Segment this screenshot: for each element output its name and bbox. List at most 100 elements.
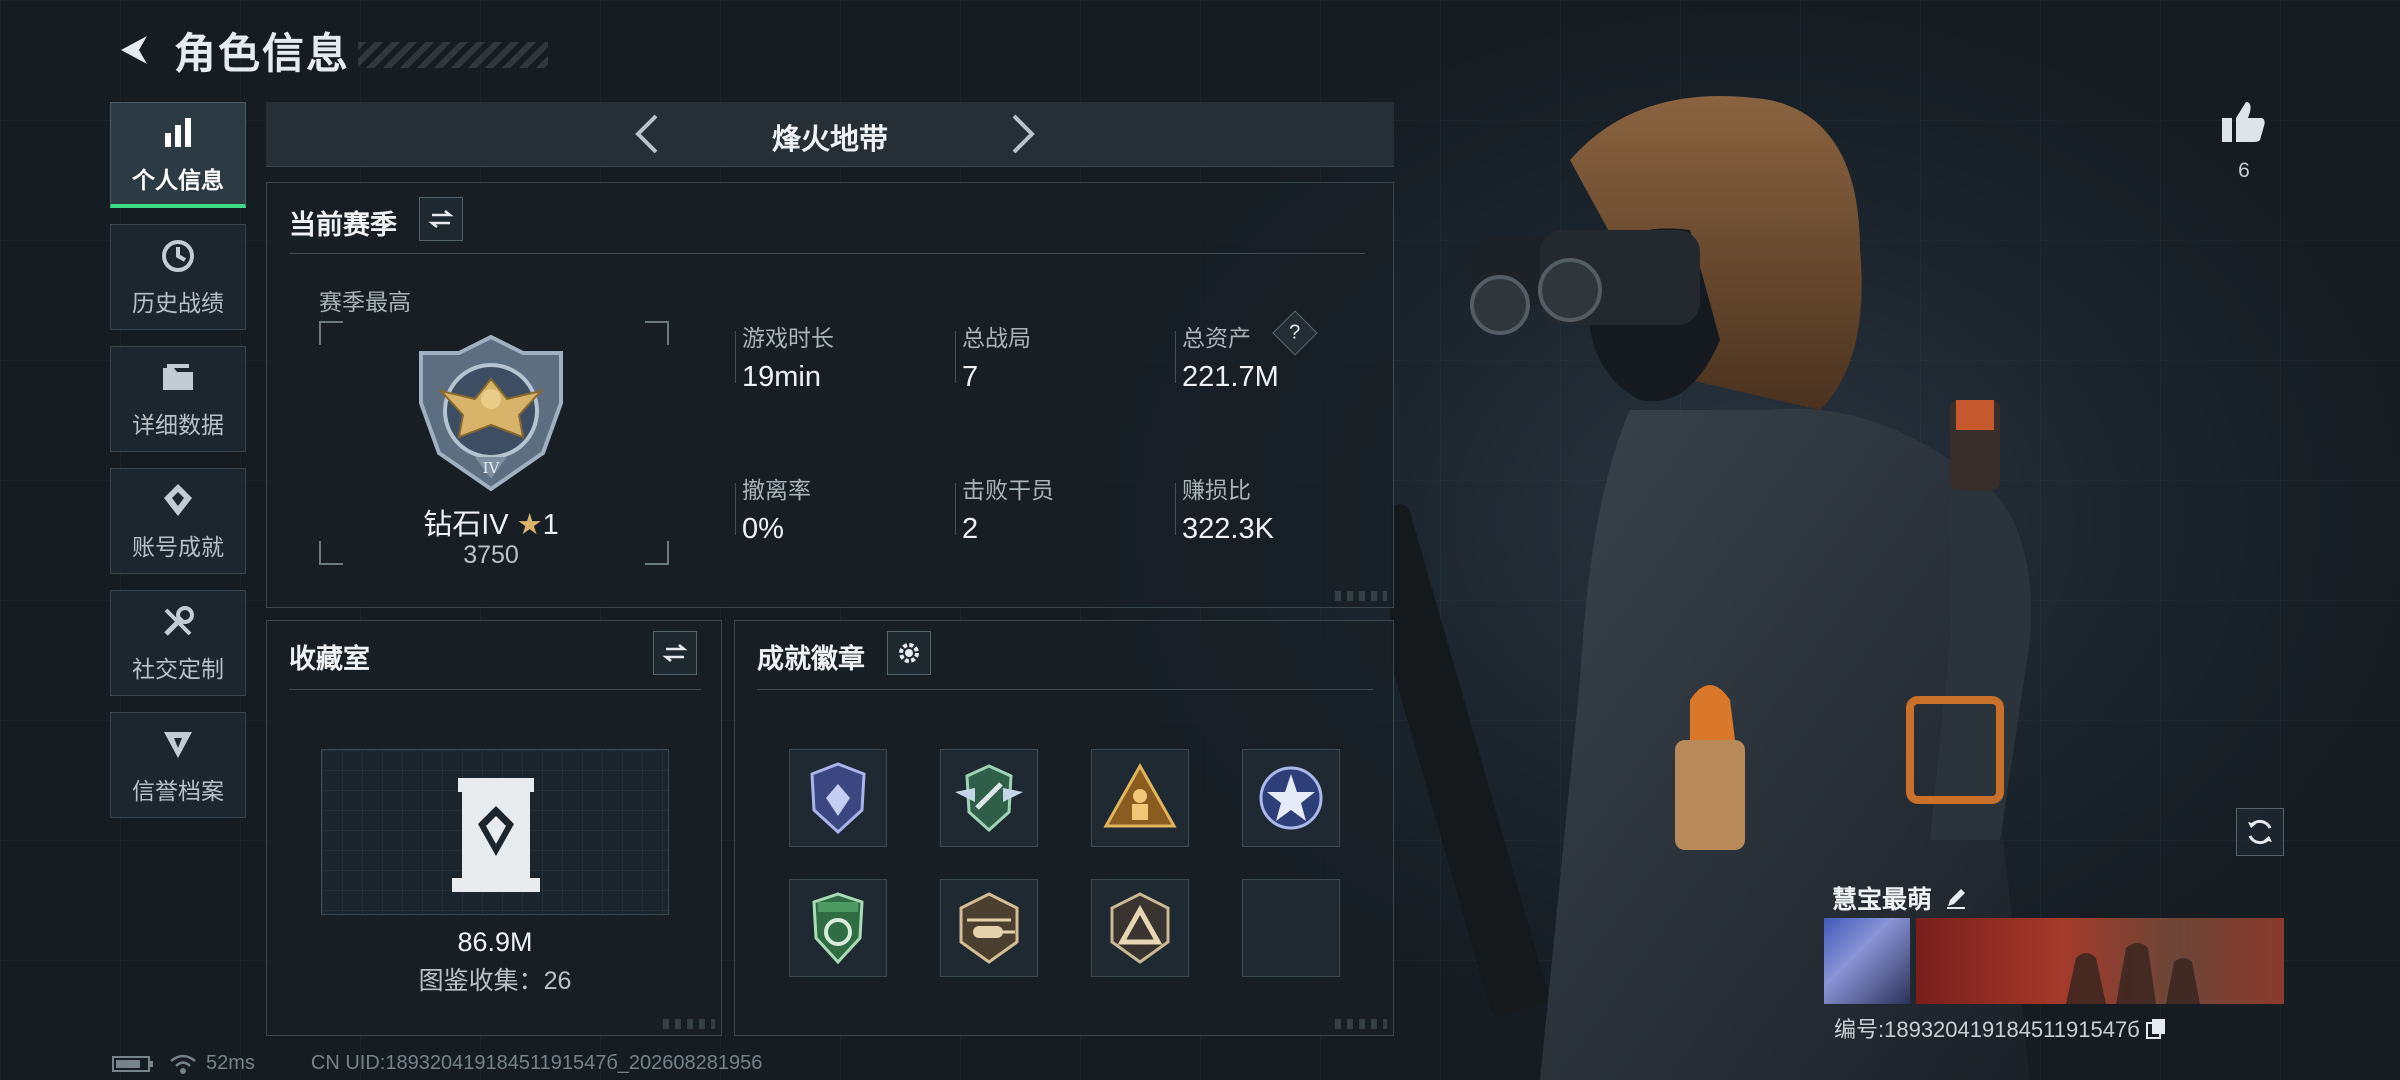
rank-numeral: IV: [483, 459, 501, 477]
badge-slot[interactable]: [1242, 749, 1340, 847]
codex-count: 图鉴收集：26: [418, 967, 572, 995]
badge-slot[interactable]: [940, 749, 1038, 847]
stat-value-total-assets: 221.7M: [1182, 361, 1279, 393]
swap-icon: [428, 210, 454, 228]
collection-display[interactable]: [321, 749, 669, 915]
nav-item-social[interactable]: 社交定制: [110, 590, 246, 696]
thumbs-up-icon[interactable]: [2218, 96, 2270, 148]
nav-label: 历史战绩: [132, 290, 224, 316]
badge-slot[interactable]: [940, 879, 1038, 977]
help-button[interactable]: ?: [1272, 310, 1318, 356]
title-decoration: [358, 42, 549, 68]
ping-value: 52ms: [206, 1052, 255, 1074]
edit-name-icon[interactable]: [1942, 884, 1970, 912]
like-count: 6: [2238, 159, 2250, 182]
folder-icon: [163, 364, 193, 390]
help-icon: ?: [1289, 322, 1301, 344]
triangle-soldier-badge-icon: [1103, 762, 1177, 828]
purple-shield-badge-icon: [810, 762, 866, 835]
stat-divider: [735, 331, 736, 383]
diamond-rank-emblem-icon: IV: [419, 334, 563, 492]
corner-decoration: [1335, 591, 1387, 601]
nav-item-credit[interactable]: 信誉档案: [110, 712, 246, 818]
nav-item-personal-info[interactable]: 个人信息: [110, 102, 246, 208]
stat-label-profit-ratio: 赚损比: [1182, 477, 1251, 503]
refresh-icon: [2248, 819, 2272, 845]
refresh-button[interactable]: [2236, 808, 2284, 856]
uid-text: CN UID:18932041918451191547б_20260828195…: [310, 1052, 763, 1074]
display-case-icon: [452, 778, 540, 892]
nav-item-achievements[interactable]: 账号成就: [110, 468, 246, 574]
divider: [289, 689, 701, 690]
stat-divider: [735, 483, 736, 535]
badge-slot-empty[interactable]: [1242, 879, 1340, 977]
stat-value-profit-ratio: 322.3K: [1182, 513, 1274, 545]
like-widget: 6: [2216, 96, 2272, 183]
green-shield-badge-icon: [812, 892, 864, 965]
switch-season-button[interactable]: [419, 197, 463, 241]
stat-value-playtime: 19min: [742, 361, 821, 393]
star-badge-icon: [1259, 766, 1323, 830]
copy-icon[interactable]: [2144, 1016, 2168, 1040]
stat-label-kills: 击败干员: [962, 477, 1054, 503]
nav-label: 账号成就: [132, 534, 224, 560]
corner-decoration: [1335, 1019, 1387, 1029]
rank-score: 3750: [463, 541, 519, 569]
stat-label-total-matches: 总战局: [962, 325, 1031, 351]
collection-panel: 收藏室 86.9M 图鉴收集：26: [266, 620, 722, 1036]
frame-corner: [645, 321, 669, 345]
next-mode-button[interactable]: [998, 110, 1046, 158]
mode-selector: 烽火地带: [266, 102, 1394, 167]
season-panel: 当前赛季 赛季最高 IV 钻石IV ★1 3750 游戏时长 19min 总战局…: [266, 182, 1394, 608]
achievement-icon: [164, 484, 192, 516]
switch-collection-button[interactable]: [653, 631, 697, 675]
stat-label-extract-rate: 撤离率: [742, 477, 811, 503]
bar-chart-icon: [165, 117, 191, 147]
season-title: 当前赛季: [289, 210, 397, 240]
divider: [757, 689, 1373, 690]
rank-stars: 1: [542, 509, 559, 541]
back-button[interactable]: [110, 27, 156, 73]
stat-divider: [955, 331, 956, 383]
triangle-badge-icon: [1110, 892, 1170, 964]
nav-item-history[interactable]: 历史战绩: [110, 224, 246, 330]
avatar[interactable]: [1824, 918, 1910, 1004]
player-name: 慧宝最萌: [1832, 886, 1933, 914]
nav-label: 社交定制: [132, 656, 224, 682]
nav-item-detailed-data[interactable]: 详细数据: [110, 346, 246, 452]
tools-icon: [164, 606, 194, 636]
collection-title: 收藏室: [289, 644, 370, 674]
collection-value: 86.9M: [457, 927, 533, 957]
stat-value-total-matches: 7: [962, 361, 979, 393]
winged-shield-badge-icon: [955, 764, 1023, 833]
stat-value-extract-rate: 0%: [742, 513, 784, 545]
stat-label-playtime: 游戏时长: [742, 325, 834, 351]
wifi-icon: [170, 1054, 196, 1074]
rank-name: 钻石IV: [423, 509, 509, 541]
name-card-banner[interactable]: [1916, 918, 2284, 1004]
player-id-row: 编号:18932041918451191547б: [1834, 1012, 2168, 1044]
battery-icon: [112, 1055, 153, 1072]
badges-title: 成就徽章: [757, 644, 865, 674]
player-id: 编号:18932041918451191547б: [1834, 1017, 2140, 1042]
stat-divider: [1175, 483, 1176, 535]
badge-slot[interactable]: [1091, 749, 1189, 847]
rank-label: 钻石IV ★1: [267, 501, 715, 543]
page-header: 角色信息: [110, 22, 549, 78]
badges-panel: 成就徽章: [734, 620, 1394, 1036]
badge-slot[interactable]: [1091, 879, 1189, 977]
badge-settings-button[interactable]: [887, 631, 931, 675]
page-title: 角色信息: [174, 29, 351, 77]
badge-slot[interactable]: [789, 749, 887, 847]
stat-divider: [955, 483, 956, 535]
badge-slot[interactable]: [789, 879, 887, 977]
helicopter-badge-icon: [959, 892, 1019, 964]
credit-icon: [164, 732, 192, 758]
nav-label: 个人信息: [132, 166, 224, 193]
mode-name: 烽火地带: [771, 124, 888, 156]
stat-label-total-assets: 总资产: [1182, 325, 1251, 351]
squad-silhouettes: [2066, 943, 2200, 1004]
side-nav: 个人信息 历史战绩 详细数据 账号成就 社交定制 信誉档案: [110, 102, 248, 834]
star-icon: ★: [516, 509, 543, 541]
nav-label: 详细数据: [132, 412, 224, 438]
